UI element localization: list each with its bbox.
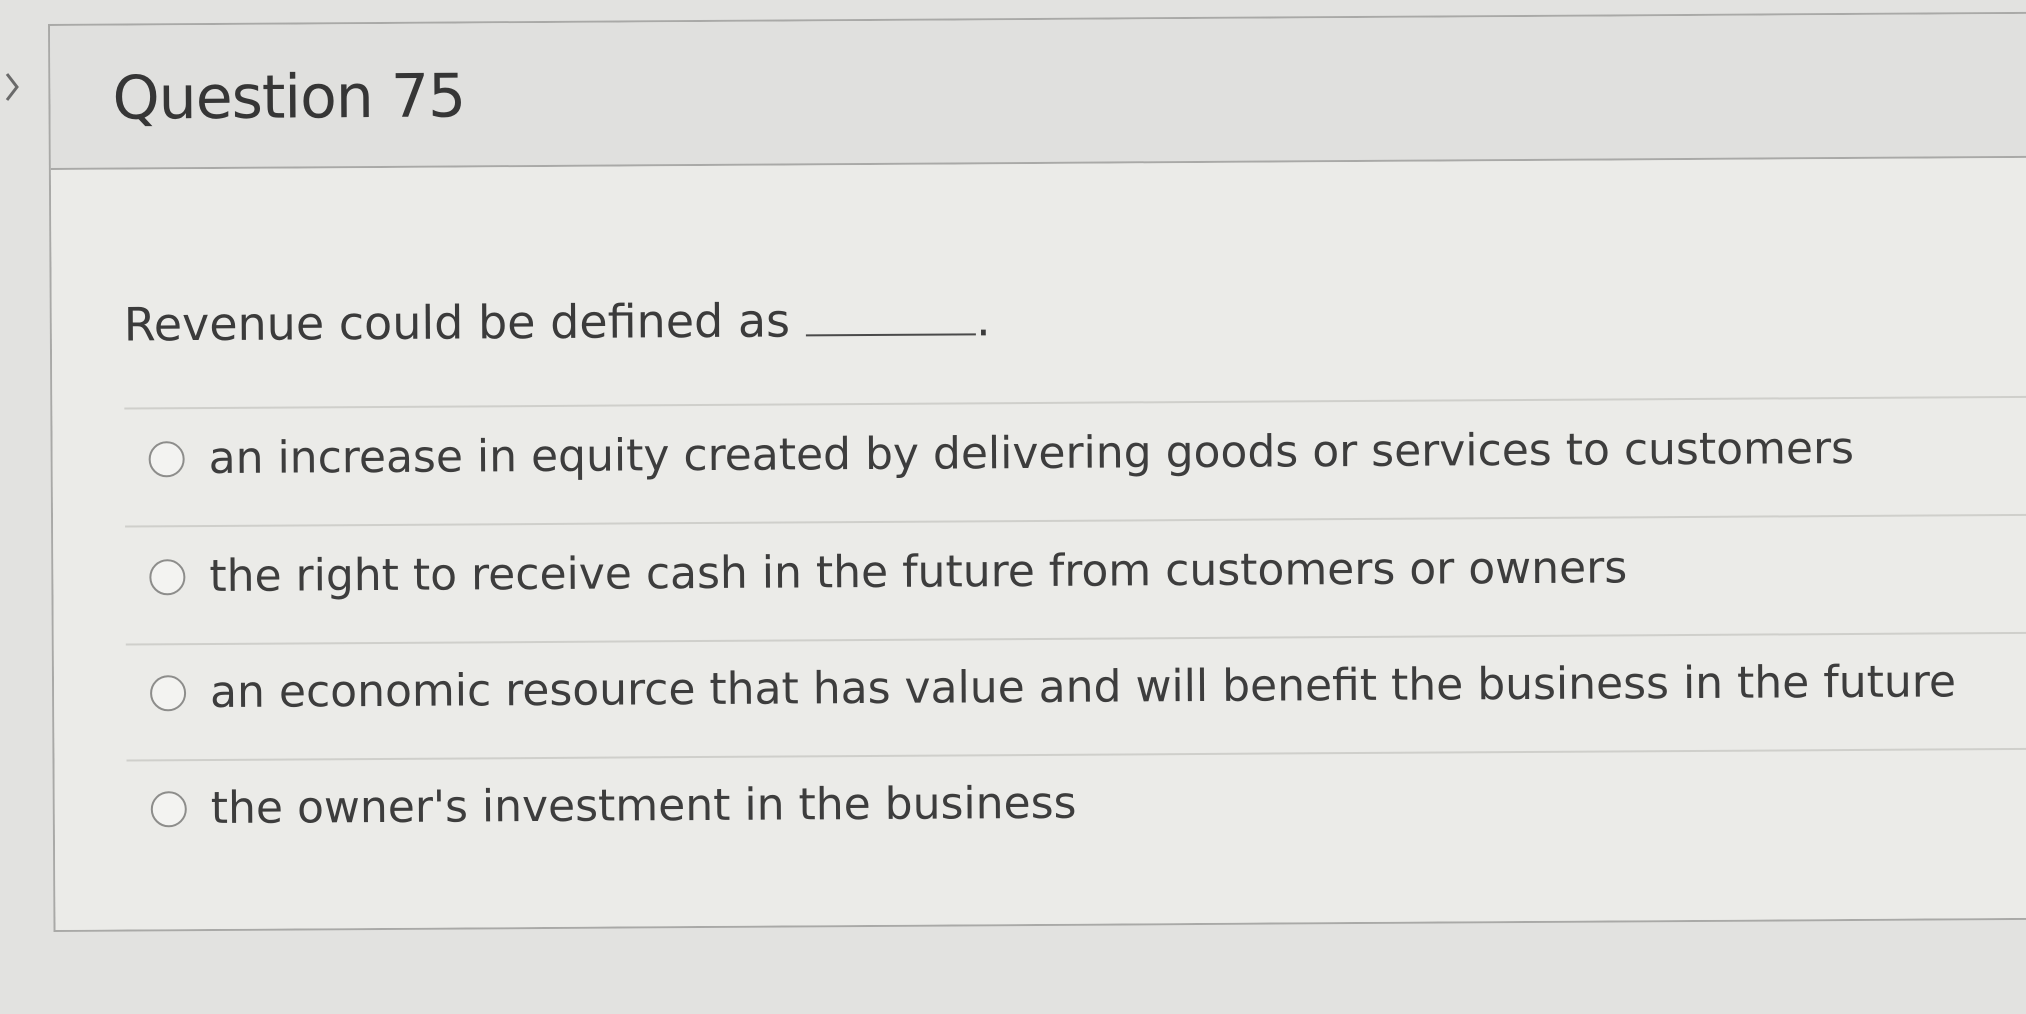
answer-option-3[interactable]: an economic resource that has value and … [149,656,1957,719]
answer-blank [805,297,977,337]
question-title: Question 75 [112,61,466,134]
radio-unselected-icon[interactable] [149,674,187,711]
divider [124,395,2026,410]
question-prompt: Revenue could be defined as. [124,292,991,351]
radio-unselected-icon[interactable] [148,440,185,477]
question-body: Revenue could be defined as. an increase… [50,157,2026,930]
divider [126,747,2026,762]
answer-option-4[interactable]: the owner's investment in the business [150,777,1077,835]
question-card: Question 75 Revenue could be defined as.… [48,11,2026,932]
prompt-end: . [975,292,991,347]
divider [125,631,2026,646]
answer-option-2[interactable]: the right to receive cash in the future … [149,542,1627,602]
collapse-toggle-button[interactable] [0,66,24,108]
option-label: the owner's investment in the business [210,777,1077,835]
prompt-text: Revenue could be defined as [123,293,791,352]
radio-unselected-icon[interactable] [150,790,187,827]
answer-option-1[interactable]: an increase in equity created by deliver… [148,422,1855,485]
option-label: an increase in equity created by deliver… [208,422,1855,485]
divider [125,513,2026,528]
option-label: an economic resource that has value and … [209,656,1957,719]
chevron-right-icon [5,73,19,101]
radio-unselected-icon[interactable] [149,558,186,595]
question-header: Question 75 [50,13,2026,170]
option-label: the right to receive cash in the future … [209,542,1628,603]
